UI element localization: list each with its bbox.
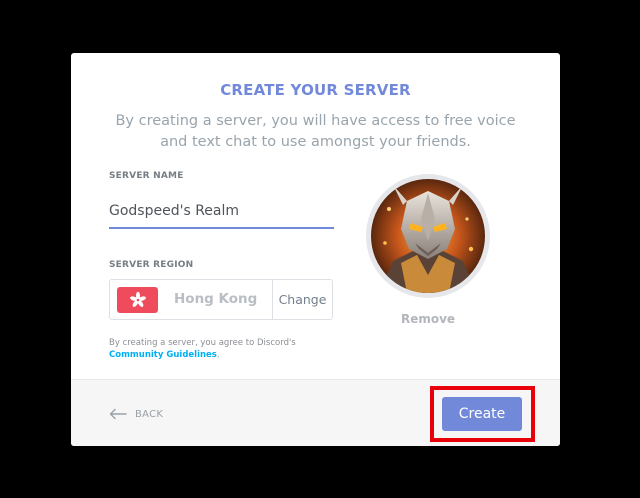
back-button[interactable]: BACK — [109, 406, 163, 422]
community-guidelines-link[interactable]: Community Guidelines — [109, 350, 217, 360]
hong-kong-flag-icon — [117, 287, 158, 313]
back-label: BACK — [135, 408, 164, 420]
terms-notice: By creating a server, you agree to Disco… — [109, 337, 349, 361]
modal-subtitle: By creating a server, you will have acce… — [115, 113, 516, 150]
arrow-left-icon — [109, 405, 127, 424]
modal-footer: BACK Create — [71, 379, 560, 446]
modal-title: CREATE YOUR SERVER — [220, 81, 411, 99]
server-avatar-image — [371, 179, 485, 293]
remove-avatar-button[interactable]: Remove — [366, 312, 490, 326]
server-region-selector: Hong Kong Change — [109, 279, 333, 320]
server-avatar[interactable] — [366, 174, 490, 298]
region-name: Hong Kong — [174, 291, 258, 307]
server-name-label: SERVER NAME — [109, 171, 184, 181]
create-button[interactable]: Create — [442, 397, 522, 431]
terms-text: By creating a server, you agree to Disco… — [109, 338, 296, 348]
server-region-label: SERVER REGION — [109, 260, 194, 270]
terms-suffix: . — [216, 350, 220, 360]
change-region-button[interactable]: Change — [273, 280, 332, 319]
server-name-input[interactable] — [109, 194, 334, 229]
create-server-modal: CREATE YOUR SERVER By creating a server,… — [71, 53, 560, 446]
